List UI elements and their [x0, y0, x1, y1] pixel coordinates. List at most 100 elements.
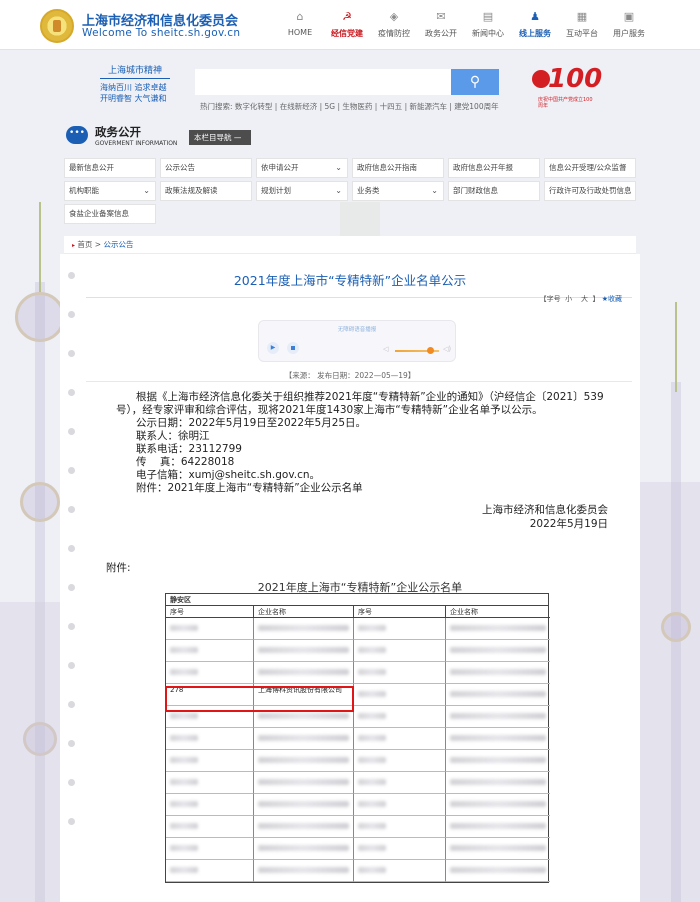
- font-small-button[interactable]: 小: [565, 295, 572, 303]
- nav-item-1[interactable]: ☭ 经信党建: [324, 10, 370, 39]
- category-item[interactable]: 依申请公开 ⌄: [256, 158, 348, 178]
- breadcrumb-home[interactable]: 首页: [77, 240, 92, 249]
- shield-icon: ◈: [389, 10, 399, 23]
- redacted-text: [450, 713, 546, 719]
- nav-item-4[interactable]: ▤ 新闻中心: [465, 10, 511, 39]
- article-paragraph: 联系电话：23112799: [116, 443, 242, 455]
- search-icon: ⚲: [469, 74, 481, 90]
- category-item[interactable]: 政府信息公开指南: [352, 158, 444, 178]
- category-item[interactable]: 规划计划 ⌄: [256, 181, 348, 201]
- category-item[interactable]: 食盐企业备案信息: [64, 204, 156, 224]
- breadcrumb-current[interactable]: 公示公告: [103, 240, 133, 249]
- gov-subtitle: GOVERMENT INFORMATION: [95, 140, 178, 147]
- category-label: 规划计划: [261, 186, 291, 195]
- section-nav-button[interactable]: 本栏目导航 —: [189, 130, 251, 145]
- table-row: [166, 618, 550, 640]
- nav-item-label: 用户服务: [613, 29, 645, 38]
- category-item[interactable]: 政府信息公开年报: [448, 158, 540, 178]
- cell-company: [254, 662, 354, 684]
- category-item[interactable]: 公示公告: [160, 158, 252, 178]
- category-item[interactable]: 最新信息公开: [64, 158, 156, 178]
- badge-caption: 庆祝中国共产党成立100周年: [538, 97, 593, 109]
- category-label: 依申请公开: [261, 163, 299, 172]
- attachment-label: 附件:: [106, 562, 131, 574]
- cell-company: [446, 662, 550, 684]
- category-item[interactable]: 行政许可及行政处罚信息: [544, 181, 636, 201]
- nav-item-5[interactable]: ♟ 线上服务: [512, 10, 558, 39]
- redacted-text: [358, 779, 386, 785]
- cell-company: [446, 838, 550, 860]
- cell-seq: [166, 750, 254, 772]
- redacted-text: [170, 669, 198, 675]
- article-title: 2021年度上海市“专精特新”企业名单公示: [233, 273, 467, 288]
- category-item[interactable]: 部门财政信息: [448, 181, 540, 201]
- city-spirit: 上海城市精神 海纳百川 追求卓越 开明睿智 大气谦和: [100, 63, 170, 104]
- category-label: 最新信息公开: [69, 163, 114, 172]
- cell-company: [446, 794, 550, 816]
- stop-icon[interactable]: [287, 342, 299, 354]
- decorative-dots: [68, 272, 75, 857]
- article-paragraph: 根据《上海市经济信息化委关于组织推荐2021年度“专精特新”企业的通知》（沪经信…: [116, 391, 604, 416]
- volume-slider-handle[interactable]: [427, 347, 434, 354]
- cell-company: [446, 728, 550, 750]
- nav-item-label: 新闻中心: [472, 29, 504, 38]
- cell-company: [254, 816, 354, 838]
- hot-search-terms[interactable]: 数字化转型 | 在线新经济 | 5G | 生物医药 | 十四五 | 新能源汽车 …: [235, 102, 499, 111]
- home-icon: ⌂: [296, 10, 304, 23]
- party-emblem-icon: ☭: [342, 10, 352, 23]
- nav-item-0[interactable]: ⌂ HOME: [277, 10, 323, 39]
- redacted-text: [358, 713, 386, 719]
- category-item[interactable]: 业务类 ⌄: [352, 181, 444, 201]
- search-button[interactable]: ⚲: [451, 69, 499, 95]
- font-size-label: 【字号: [539, 295, 561, 303]
- cell-seq: [354, 640, 446, 662]
- table-row: [166, 728, 550, 750]
- chevron-down-icon[interactable]: ⌄: [431, 182, 438, 200]
- category-label: 业务类: [357, 186, 380, 195]
- redacted-text: [258, 669, 349, 675]
- category-item[interactable]: 机构职能 ⌄: [64, 181, 156, 201]
- nav-item-6[interactable]: ▦ 互动平台: [559, 10, 605, 39]
- font-large-button[interactable]: 大: [581, 295, 588, 303]
- redacted-text: [358, 625, 386, 631]
- redacted-text: [450, 757, 546, 763]
- redacted-text: [358, 867, 386, 873]
- cell-company: [254, 728, 354, 750]
- cell-seq: [166, 618, 254, 640]
- signature-org: 上海市经济和信息化委员会: [482, 504, 608, 516]
- nav-item-label: 互动平台: [566, 29, 598, 38]
- breadcrumb-arrow-icon: ▸: [72, 242, 76, 249]
- cell-company: [446, 750, 550, 772]
- badge-number: 100: [548, 64, 603, 94]
- article-paragraph: 联系人：徐明江: [116, 430, 210, 442]
- district-header: 静安区: [166, 594, 548, 606]
- chevron-down-icon[interactable]: ⌄: [335, 182, 342, 200]
- article-paragraph: 传 真：64228018: [116, 456, 235, 468]
- redacted-text: [258, 757, 349, 763]
- highlight-box: [165, 686, 354, 712]
- chevron-down-icon[interactable]: ⌄: [143, 182, 150, 200]
- redacted-text: [170, 845, 198, 851]
- redacted-text: [450, 801, 546, 807]
- site-logo[interactable]: [40, 9, 74, 43]
- hot-search: 热门搜索: 数字化转型 | 在线新经济 | 5G | 生物医药 | 十四五 | …: [200, 101, 499, 112]
- category-item[interactable]: 政策法规及解读: [160, 181, 252, 201]
- party-100-badge[interactable]: 100 庆祝中国共产党成立100周年: [530, 64, 602, 112]
- cell-seq: [166, 838, 254, 860]
- nav-item-2[interactable]: ◈ 疫情防控: [371, 10, 417, 39]
- cell-seq: [166, 662, 254, 684]
- search-input[interactable]: [195, 69, 451, 95]
- play-icon[interactable]: ▶: [267, 342, 279, 354]
- volume-high-icon: ◁): [443, 345, 452, 353]
- redacted-text: [450, 691, 546, 697]
- redacted-text: [258, 845, 349, 851]
- header-seq: 序号: [354, 606, 446, 618]
- redacted-text: [170, 757, 198, 763]
- nav-item-3[interactable]: ✉ 政务公开: [418, 10, 464, 39]
- article-paragraph: 附件：2021年度上海市“专精特新”企业公示名单: [116, 482, 363, 494]
- favorite-button[interactable]: ★收藏: [602, 295, 622, 303]
- redacted-text: [170, 801, 198, 807]
- chevron-down-icon[interactable]: ⌄: [335, 159, 342, 177]
- nav-item-7[interactable]: ▣ 用户服务: [606, 10, 652, 39]
- category-item[interactable]: 信息公开受理/公众监督: [544, 158, 636, 178]
